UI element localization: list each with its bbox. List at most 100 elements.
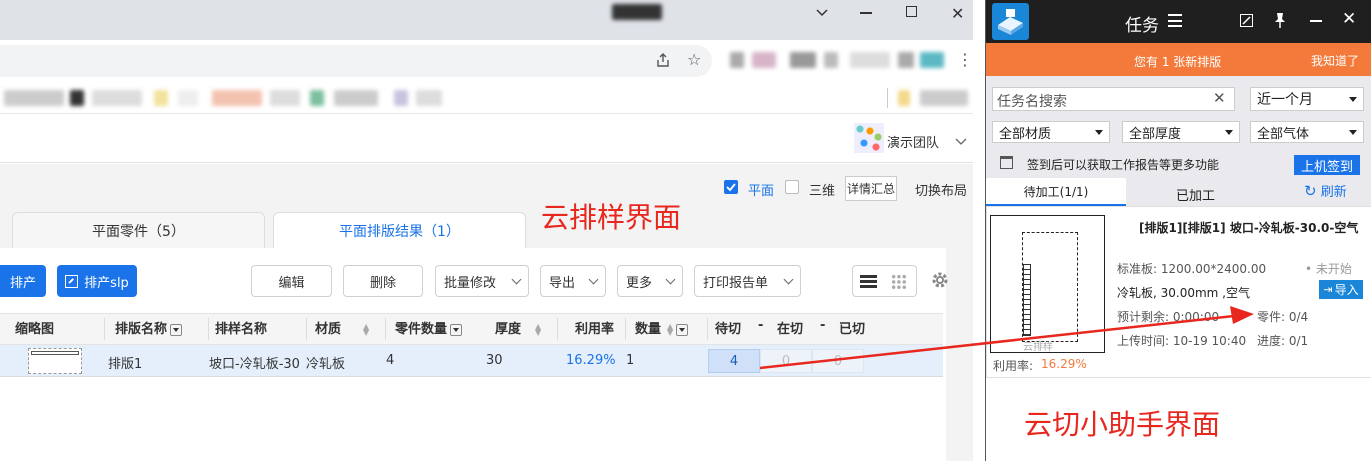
flat-label[interactable]: 平面 (748, 180, 774, 199)
edit-button[interactable]: 编辑 (251, 265, 332, 297)
window-gap (973, 0, 985, 461)
period-label: 近一个月 (1257, 92, 1313, 108)
produce-slp-button[interactable]: 排产slp (57, 265, 137, 297)
utilization-label: 利用率: (993, 359, 1034, 373)
thumb-label: 云排样 (1023, 342, 1053, 353)
col-material[interactable]: 材质 ▲ ▼ (315, 318, 369, 337)
gas-filter[interactable]: 全部气体 (1250, 121, 1364, 143)
switch-layout-button[interactable]: 切换布局 (915, 180, 967, 199)
signin-button-label: 上机签到 (1300, 159, 1353, 175)
refresh-icon: ↻ (1304, 182, 1317, 200)
import-label: 导入 (1334, 283, 1359, 297)
produce-button[interactable]: 排产 (0, 265, 46, 297)
sort-icon[interactable]: ▲ ▼ (667, 322, 673, 336)
detail-summary-button[interactable]: 详情汇总 (845, 176, 898, 201)
tab-done-label: 已加工 (1176, 189, 1216, 204)
notice-ack-link[interactable]: 我知道了 (1311, 52, 1359, 69)
browser-window: ✕ ☆ ⋮ 演示团队 平面 三维 详情汇总 切换布局 平面零件（5） 平面排版结… (0, 0, 981, 461)
refresh-label: 刷新 (1320, 185, 1347, 200)
row-cut-done[interactable]: 0 (812, 349, 864, 373)
gas-filter-label: 全部气体 (1257, 126, 1310, 142)
col-quantity[interactable]: 数量 ▲ ▼ (635, 318, 689, 337)
signin-button[interactable]: 上机签到 (1294, 155, 1360, 175)
minimize-icon[interactable] (816, 7, 828, 19)
row-part-qty: 4 (386, 353, 395, 368)
pin-icon[interactable] (1272, 11, 1288, 33)
chevron-down-icon (511, 274, 522, 284)
export-label: 导出 (549, 275, 576, 291)
row-to-cut[interactable]: 4 (708, 349, 760, 373)
print-report-label: 打印报告单 (703, 275, 769, 291)
more-select[interactable]: 更多 (617, 265, 683, 297)
row-cutting[interactable]: 0 (760, 349, 812, 373)
minimize-icon[interactable] (1310, 20, 1322, 22)
threed-checkbox[interactable] (785, 180, 799, 194)
row-thumbnail[interactable] (28, 348, 82, 374)
thickness-filter[interactable]: 全部厚度 (1122, 121, 1240, 143)
grid-view-icon[interactable] (891, 274, 907, 290)
task-title: [排版1][排版1] 坡口-冷轧板-30.0-空气 (1139, 221, 1359, 235)
flat-checkbox[interactable] (724, 180, 738, 194)
import-button[interactable]: ⇥ 导入 (1319, 280, 1363, 299)
annotation-cloud-cut-assistant: 云切小助手界面 (1024, 408, 1221, 441)
task-remaining: 预计剩余: 0:00:00 (1117, 310, 1220, 324)
period-select[interactable]: 近一个月 (1250, 87, 1364, 111)
edit-icon[interactable] (1240, 14, 1253, 27)
tab-flat-layout-results-label: 平面排版结果（1） (339, 224, 460, 240)
sort-icon[interactable]: ▲ ▼ (535, 322, 541, 336)
print-report-select[interactable]: 打印报告单 (694, 265, 801, 297)
settings-gear-icon[interactable] (930, 270, 950, 294)
browser-menu-icon[interactable]: ⋮ (957, 50, 973, 69)
minimize-window-icon[interactable] (860, 12, 872, 14)
tab-done[interactable]: 已加工 ↻ 刷新 (1126, 178, 1371, 206)
browser-titlebar: ✕ (0, 0, 981, 40)
assistant-title: 任务 (1125, 11, 1159, 36)
task-status: • 未开始 (1305, 262, 1352, 276)
address-bar[interactable] (0, 45, 712, 77)
produce-slp-label: 排产slp (84, 275, 129, 291)
task-card[interactable]: 云排样 利用率: 16.29% [排版1][排版1] 坡口-冷轧板-30.0-空… (986, 206, 1371, 378)
menu-icon[interactable] (1168, 14, 1182, 27)
close-icon[interactable]: ✕ (951, 4, 964, 23)
sort-icon[interactable]: ▲ ▼ (363, 322, 369, 336)
filter-icon[interactable] (170, 323, 183, 336)
batch-edit-select[interactable]: 批量修改 (435, 265, 529, 297)
col-sep-2: - (820, 318, 826, 333)
tab-flat-parts[interactable]: 平面零件（5） (12, 212, 265, 248)
row-quantity: 1 (626, 353, 635, 368)
signin-row: 签到后可以获取工作报告等更多功能 上机签到 (986, 150, 1371, 178)
team-name[interactable]: 演示团队 (887, 132, 939, 151)
import-icon: ⇥ (1323, 283, 1333, 296)
tab-flat-layout-results[interactable]: 平面排版结果（1） (273, 212, 526, 249)
task-material: 冷轧板, 30.00mm ,空气 (1117, 286, 1250, 300)
col-thickness[interactable]: 厚度 ▲ ▼ (495, 318, 541, 337)
filter-icon[interactable] (450, 323, 463, 336)
col-layout-name[interactable]: 排版名称 (115, 318, 183, 337)
refresh-button[interactable]: ↻ 刷新 (1304, 181, 1347, 200)
tab-pending[interactable]: 待加工(1/1) (986, 178, 1126, 206)
col-part-qty-label: 零件数量 (395, 322, 448, 337)
chevron-down-icon[interactable] (955, 135, 967, 150)
bookmark-star-icon[interactable]: ☆ (687, 50, 701, 69)
clear-icon[interactable]: ✕ (1213, 89, 1226, 107)
export-select[interactable]: 导出 (540, 265, 606, 297)
task-thumbnail[interactable] (990, 215, 1105, 353)
search-input[interactable]: 任务名搜索 ✕ (992, 87, 1235, 111)
list-view-icon[interactable] (860, 275, 877, 288)
share-icon[interactable] (655, 52, 671, 72)
close-icon[interactable]: ✕ (1342, 9, 1356, 29)
col-to-cut: 待切 (715, 322, 742, 337)
material-filter[interactable]: 全部材质 (992, 121, 1110, 143)
maximize-icon[interactable] (906, 6, 917, 17)
col-sample-name: 排样名称 (215, 322, 268, 337)
col-thumbnail: 缩略图 (15, 322, 55, 337)
filter-icon[interactable] (676, 323, 689, 336)
edit-label: 编辑 (278, 275, 305, 291)
col-part-qty[interactable]: 零件数量 (395, 318, 463, 337)
row-utilization: 16.29% (566, 353, 616, 368)
threed-label[interactable]: 三维 (809, 180, 835, 199)
caret-down-icon (1349, 129, 1357, 135)
assistant-header: 任务 ✕ (986, 0, 1371, 43)
assistant-window: 任务 ✕ 您有 1 张新排版 我知道了 任务名搜索 ✕ 近一个月 全部材质 全部… (985, 0, 1371, 461)
delete-button[interactable]: 删除 (343, 265, 423, 297)
